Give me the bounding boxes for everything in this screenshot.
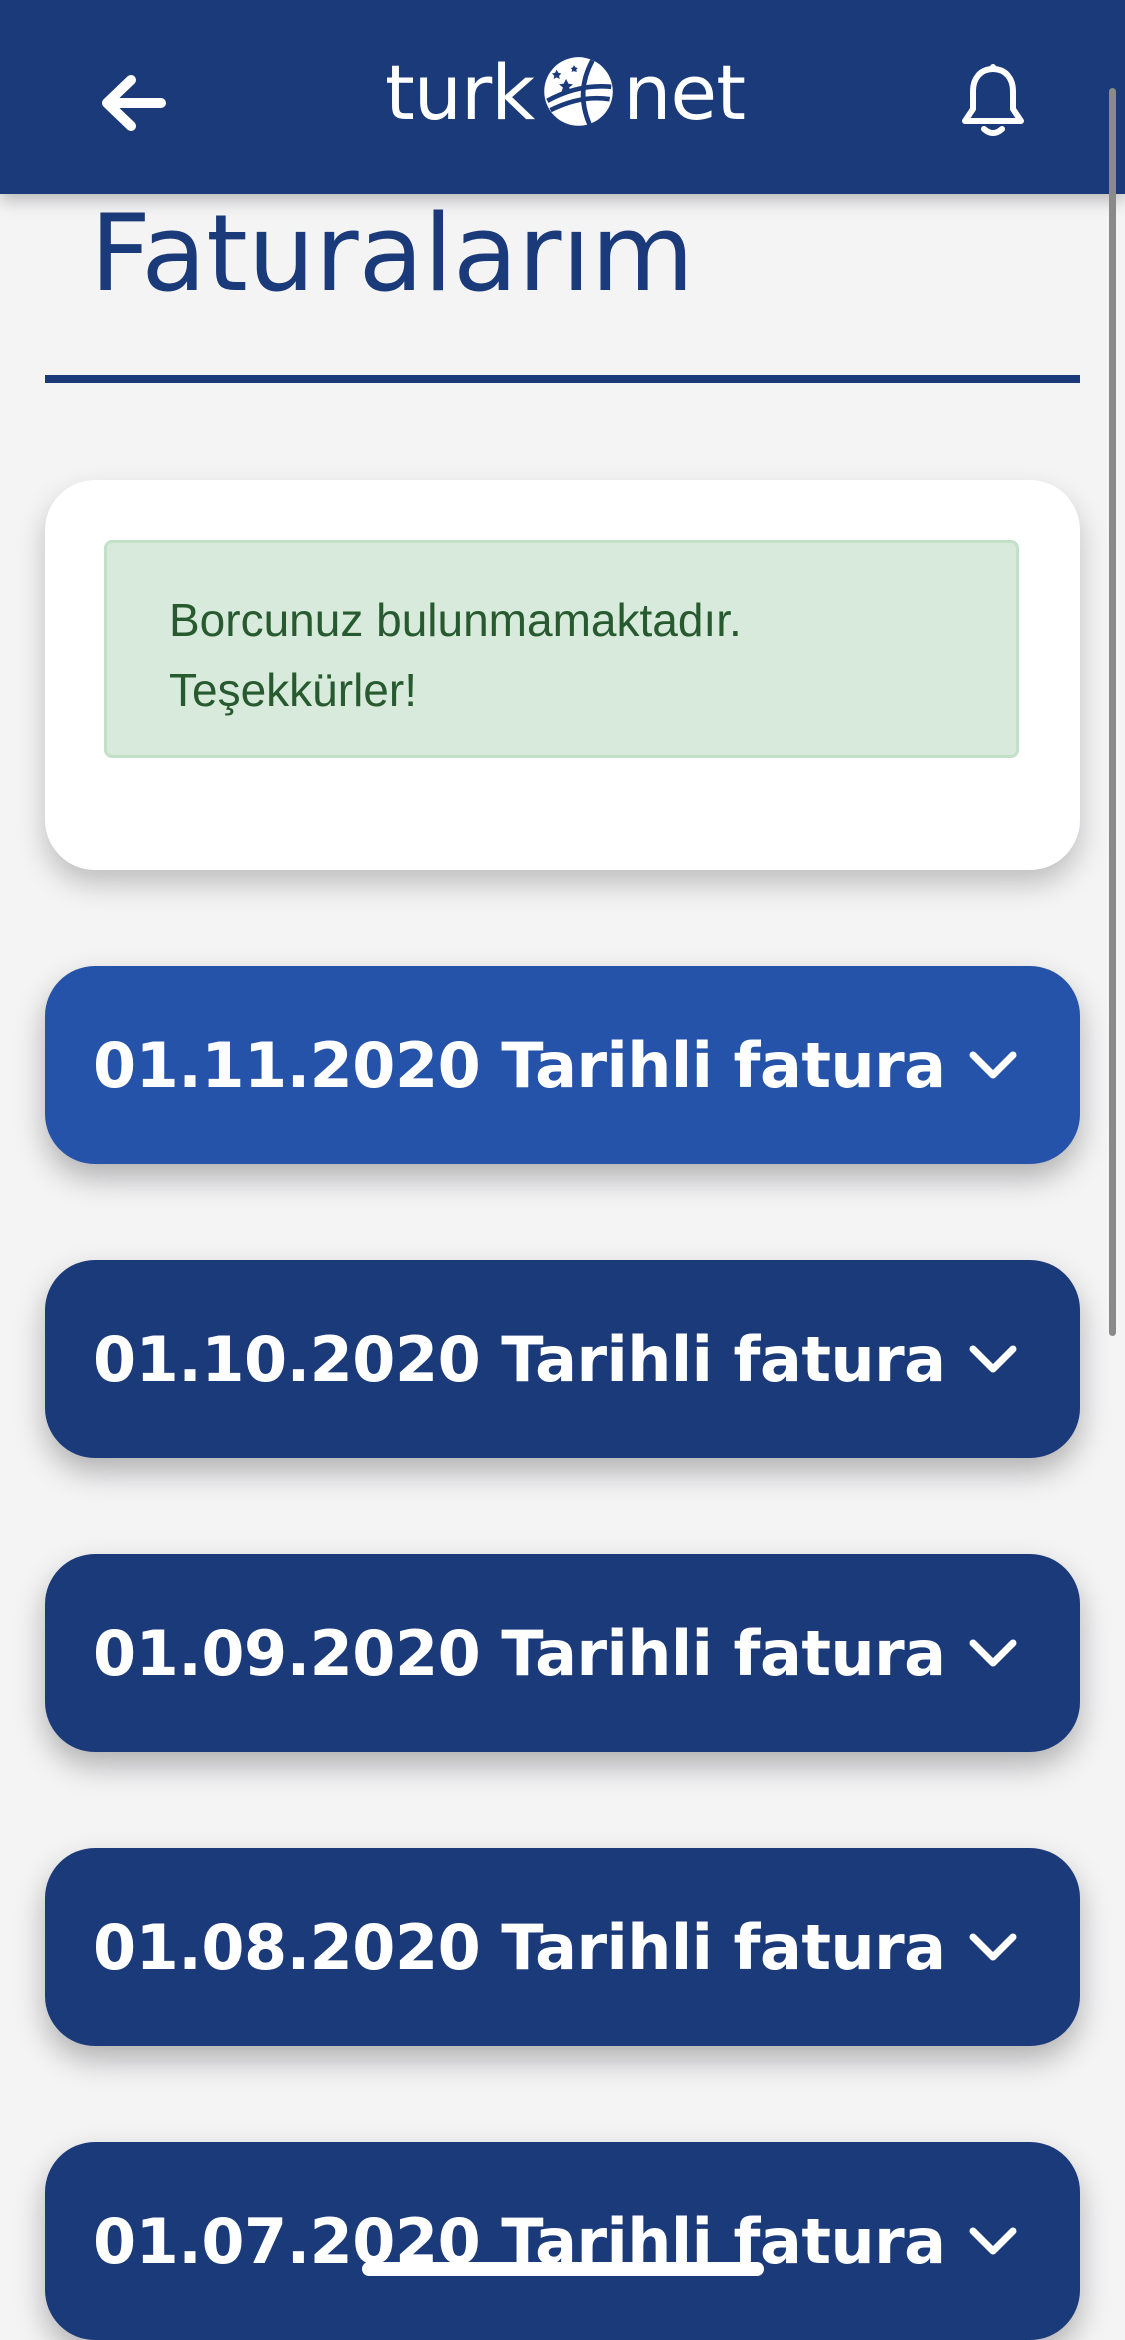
app-header: turk net: [0, 0, 1125, 194]
notifications-button[interactable]: [948, 56, 1038, 146]
arrow-left-icon: [102, 75, 166, 131]
chevron-down-icon: [969, 1345, 1017, 1373]
home-indicator[interactable]: [362, 2262, 764, 2276]
invoice-label: 01.10.2020 Tarihli fatura: [93, 1322, 946, 1396]
page-title: Faturalarım: [90, 192, 695, 315]
invoice-label: 01.09.2020 Tarihli fatura: [93, 1616, 946, 1690]
logo-text-right: net: [623, 48, 746, 137]
invoice-item-2020-08[interactable]: 01.08.2020 Tarihli fatura: [45, 1848, 1080, 2046]
back-button[interactable]: [88, 58, 178, 148]
no-debt-alert: Borcunuz bulunmamaktadır. Teşekkürler!: [104, 540, 1019, 758]
chevron-down-icon: [969, 1933, 1017, 1961]
balance-card: Borcunuz bulunmamaktadır. Teşekkürler!: [45, 480, 1080, 870]
invoice-label: 01.07.2020 Tarihli fatura: [93, 2204, 946, 2278]
bell-icon: [962, 64, 1024, 136]
turknet-logo: turk net: [385, 38, 746, 148]
alert-message-line1: Borcunuz bulunmamaktadır.: [169, 594, 742, 646]
logo-text-left: turk: [385, 48, 535, 137]
alert-message-line2: Teşekkürler!: [169, 664, 417, 716]
invoice-item-2020-07[interactable]: 01.07.2020 Tarihli fatura: [45, 2142, 1080, 2340]
invoice-item-2020-10[interactable]: 01.10.2020 Tarihli fatura: [45, 1260, 1080, 1458]
globe-logo-icon: [544, 57, 614, 126]
chevron-down-icon: [969, 1639, 1017, 1667]
chevron-down-icon: [969, 1051, 1017, 1079]
title-divider: [45, 375, 1080, 383]
invoice-label: 01.11.2020 Tarihli fatura: [93, 1028, 946, 1102]
invoice-item-2020-09[interactable]: 01.09.2020 Tarihli fatura: [45, 1554, 1080, 1752]
invoice-label: 01.08.2020 Tarihli fatura: [93, 1910, 946, 1984]
scrollbar[interactable]: [1109, 88, 1116, 1336]
invoice-item-2020-11[interactable]: 01.11.2020 Tarihli fatura: [45, 966, 1080, 1164]
chevron-down-icon: [969, 2227, 1017, 2255]
